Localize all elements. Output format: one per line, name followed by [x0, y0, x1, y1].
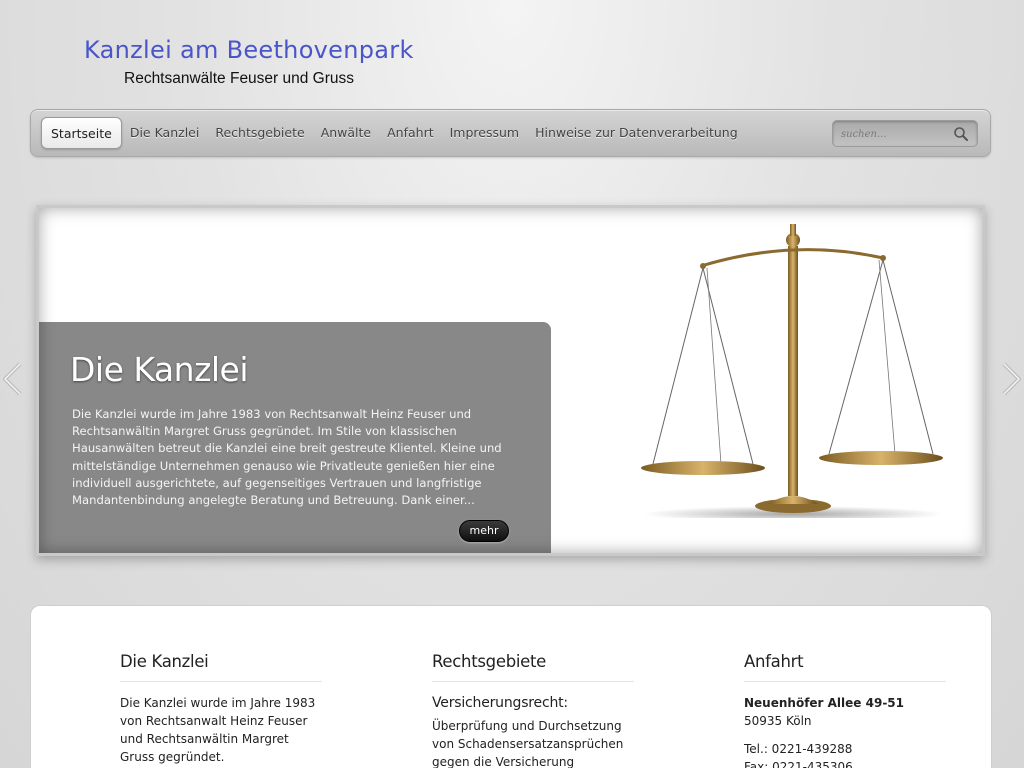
nav-item-die-kanzlei[interactable]: Die Kanzlei [122, 117, 208, 149]
address-street: Neuenhöfer Allee 49-51 [744, 696, 904, 710]
column-rechtsgebiete: Rechtsgebiete Versicherungsrecht: Überpr… [432, 652, 634, 768]
column-heading-anfahrt: Anfahrt [744, 652, 946, 682]
search-box [832, 120, 978, 147]
nav-item-impressum[interactable]: Impressum [442, 117, 527, 149]
site-title[interactable]: Kanzlei am Beethovenpark [84, 36, 414, 64]
slider-prev-arrow-icon[interactable] [0, 360, 26, 398]
search-input[interactable] [841, 125, 951, 143]
fax-number: Fax: 0221-435306 [744, 760, 853, 768]
nav-item-startseite[interactable]: Startseite [41, 117, 122, 149]
nav-item-anwaelte[interactable]: Anwälte [313, 117, 379, 149]
nav-item-datenverarbeitung[interactable]: Hinweise zur Datenverarbeitung [527, 117, 746, 149]
more-button[interactable]: mehr [459, 520, 509, 542]
nav-item-rechtsgebiete[interactable]: Rechtsgebiete [207, 117, 312, 149]
phone-number: Tel.: 0221-439288 [744, 742, 853, 756]
slider-next-arrow-icon[interactable] [998, 360, 1024, 398]
column-anfahrt: Anfahrt Neuenhöfer Allee 49-51 50935 Köl… [744, 652, 946, 768]
column-text-kanzlei: Die Kanzlei wurde im Jahre 1983 von Rech… [120, 696, 316, 764]
nav-item-anfahrt[interactable]: Anfahrt [379, 117, 442, 149]
address-city: 50935 Köln [744, 714, 812, 728]
site-subtitle: Rechtsanwälte Feuser und Gruss [124, 70, 355, 87]
slider-title: Die Kanzlei [70, 350, 249, 389]
content-panel: Die Kanzlei Die Kanzlei wurde im Jahre 1… [30, 605, 992, 768]
slider-caption: Die Kanzlei Die Kanzlei wurde im Jahre 1… [39, 322, 551, 553]
column-kanzlei: Die Kanzlei Die Kanzlei wurde im Jahre 1… [120, 652, 322, 768]
column-subheading-versicherungsrecht: Versicherungsrecht: [432, 695, 568, 711]
column-heading-rechtsgebiete: Rechtsgebiete [432, 652, 634, 682]
slider-text: Die Kanzlei wurde im Jahre 1983 von Rech… [72, 407, 502, 508]
column-heading-kanzlei: Die Kanzlei [120, 652, 322, 682]
scales-of-justice-image [641, 224, 943, 518]
main-navigation: Startseite Die Kanzlei Rechtsgebiete Anw… [30, 109, 991, 157]
column-text-rechtsgebiete: Überprüfung und Durchsetzung von Schaden… [432, 719, 624, 768]
search-icon[interactable] [953, 126, 969, 142]
featured-slider: Die Kanzlei Die Kanzlei wurde im Jahre 1… [36, 205, 985, 556]
